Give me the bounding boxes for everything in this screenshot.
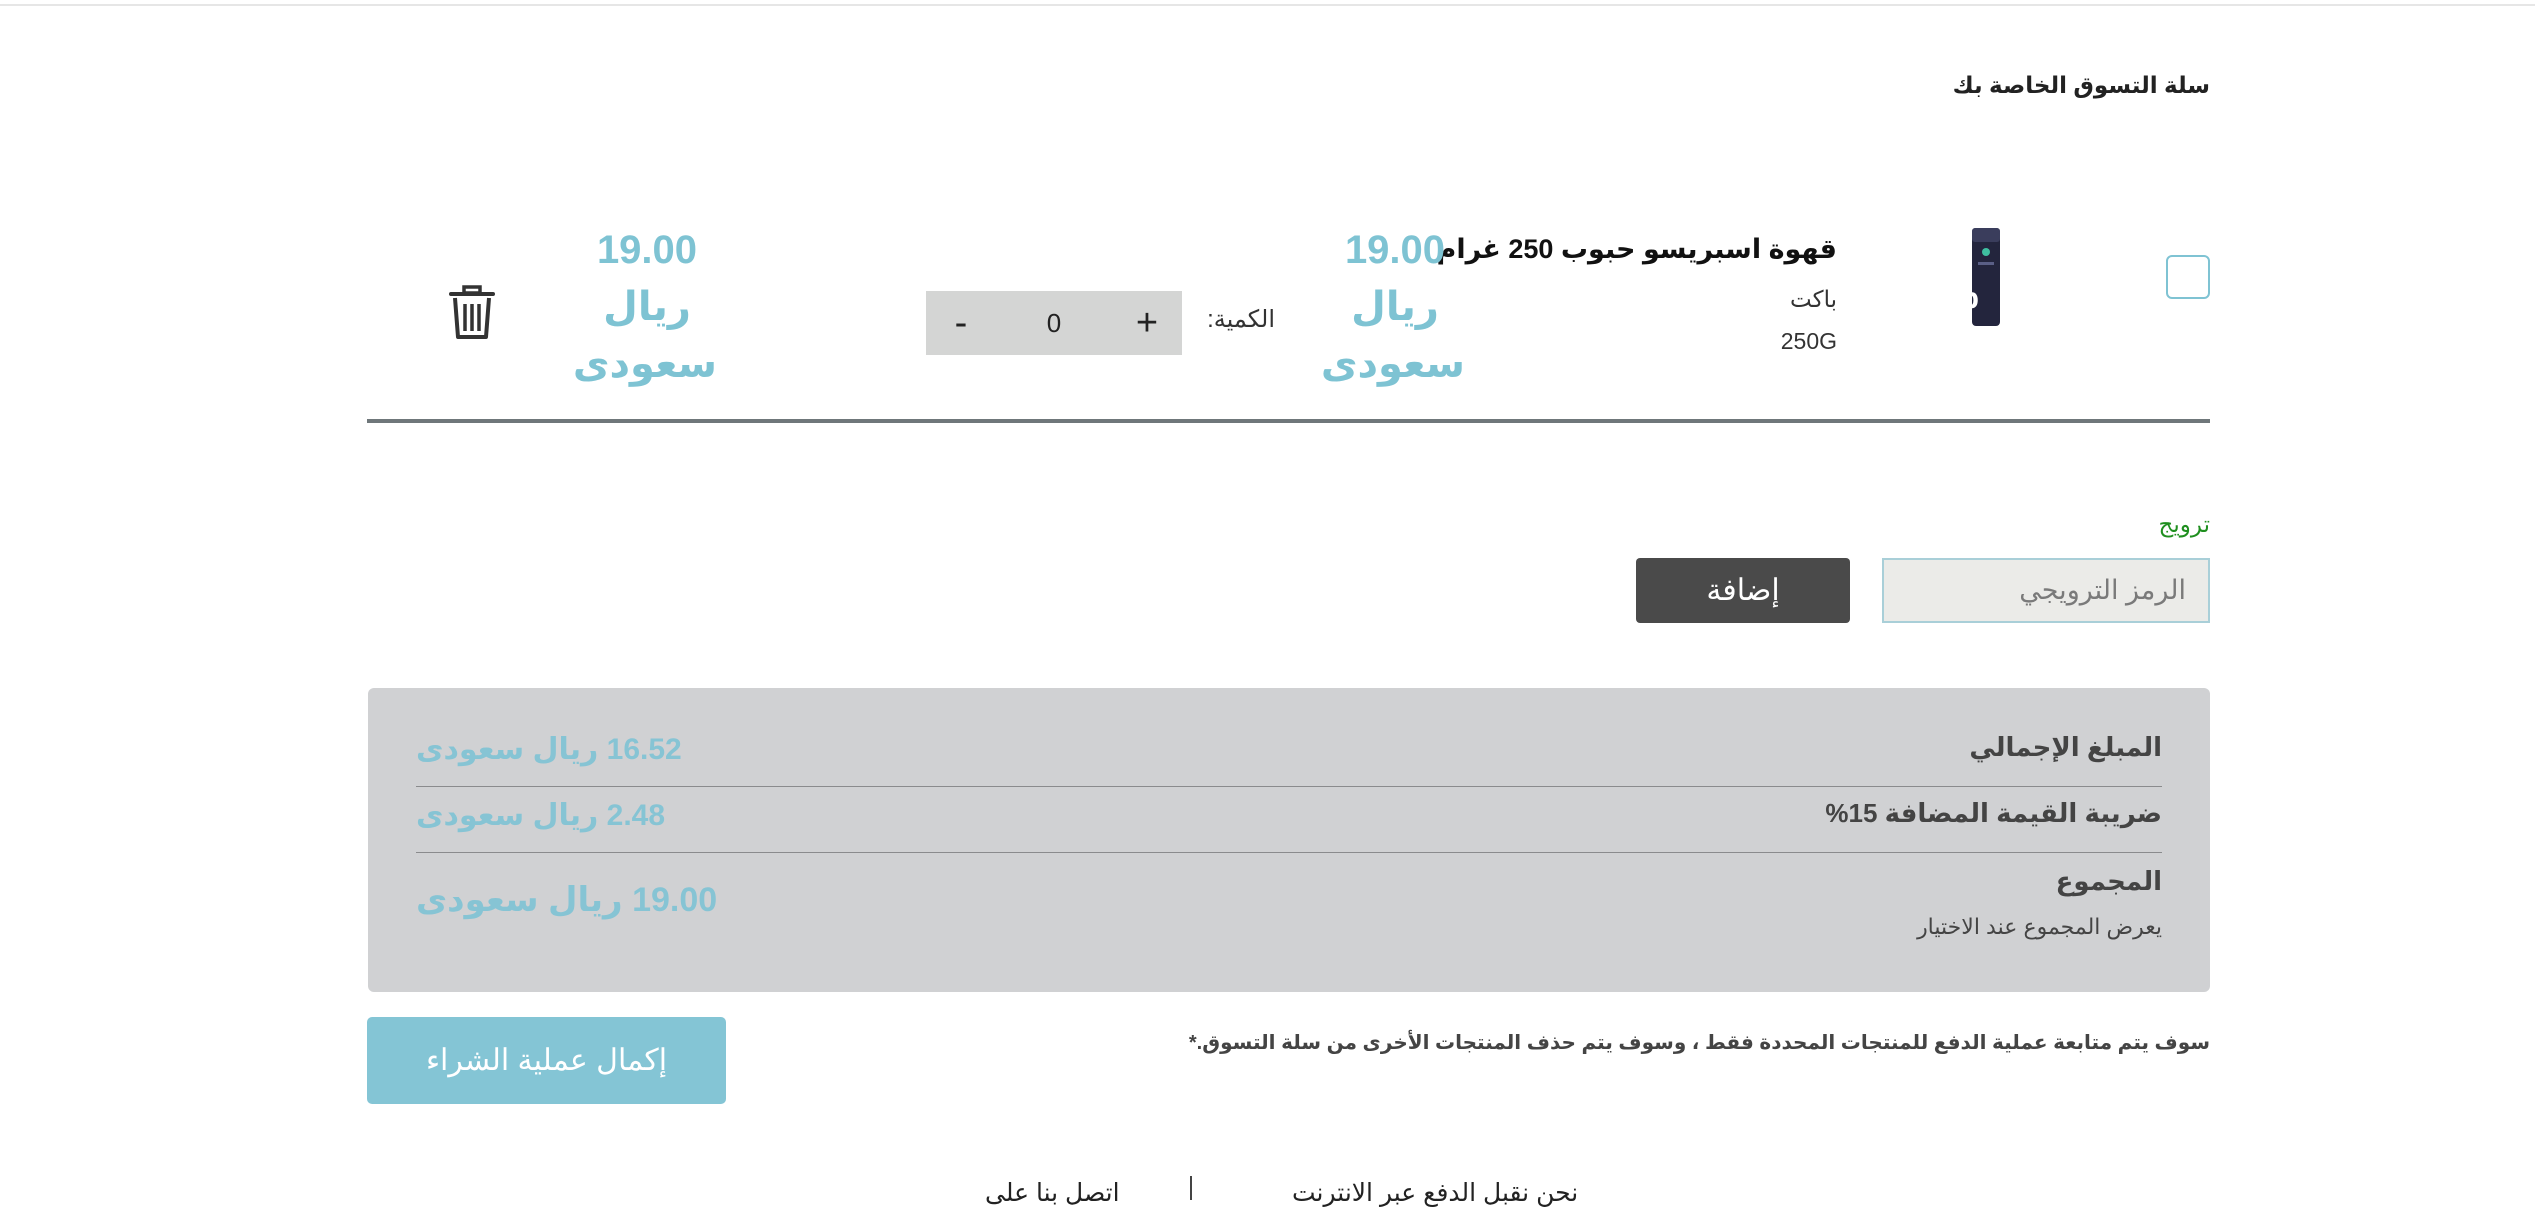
item-select-checkbox[interactable] xyxy=(2166,255,2210,299)
footer-payment-text: نحن نقبل الدفع عبر الانترنت xyxy=(1292,1179,1579,1207)
subtotal-value: 16.52 ريال سعودى xyxy=(416,733,682,766)
svg-text:b: b xyxy=(1969,282,1979,315)
quantity-decrease-button[interactable]: - xyxy=(926,291,996,355)
unit-price-currency-2: سعودى xyxy=(1320,342,1465,386)
quantity-stepper: - + xyxy=(926,291,1182,355)
promo-code-input[interactable] xyxy=(1882,558,2210,623)
quantity-input[interactable] xyxy=(996,291,1112,355)
product-brand: باكت xyxy=(1790,286,1837,312)
summary-divider xyxy=(416,786,2162,787)
item-total-currency-2: سعودى xyxy=(572,342,717,386)
quantity-label: الكمية: xyxy=(1207,306,1275,333)
unit-price: 19.00 ريال سعودى xyxy=(1320,222,1465,393)
checkout-button[interactable]: إكمال عملية الشراء xyxy=(367,1017,726,1104)
unit-price-amount: 19.00 xyxy=(1344,228,1446,272)
top-border xyxy=(0,4,2535,6)
order-summary: المبلغ الإجمالي 16.52 ريال سعودى ضريبة ا… xyxy=(368,688,2210,992)
cart-title: سلة التسوق الخاصة بك xyxy=(1952,72,2210,98)
product-image: b xyxy=(1961,228,2003,326)
summary-divider xyxy=(416,852,2162,853)
quantity-increase-button[interactable]: + xyxy=(1112,291,1182,355)
cart-divider xyxy=(367,419,2210,423)
vat-label: ضريبة القيمة المضافة 15% xyxy=(1825,798,2162,828)
footer-separator xyxy=(1190,1176,1192,1200)
unit-price-currency-1: ريال xyxy=(1351,285,1439,329)
item-total-amount: 19.00 xyxy=(596,228,698,272)
checkout-note: سوف يتم متابعة عملية الدفع للمنتجات المح… xyxy=(1188,1032,2210,1054)
total-note: يعرض المجموع عند الاختيار xyxy=(1917,914,2162,939)
promo-label: ترويج xyxy=(2158,511,2210,537)
add-promo-button[interactable]: إضافة xyxy=(1636,558,1850,623)
total-value: 19.00 ريال سعودى xyxy=(416,881,718,919)
product-size: 250G xyxy=(1780,328,1837,354)
vat-value: 2.48 ريال سعودى xyxy=(416,799,666,832)
trash-icon[interactable] xyxy=(447,283,497,341)
footer-contact-link[interactable]: اتصل بنا على xyxy=(985,1178,1120,1208)
item-total-price: 19.00 ريال سعودى xyxy=(572,222,717,393)
item-total-currency-1: ريال xyxy=(603,285,691,329)
subtotal-label: المبلغ الإجمالي xyxy=(1969,732,2162,762)
total-label: المجموع xyxy=(2055,866,2162,896)
product-name[interactable]: قهوة اسبريسو حبوب 250 غرام xyxy=(1437,234,1837,265)
